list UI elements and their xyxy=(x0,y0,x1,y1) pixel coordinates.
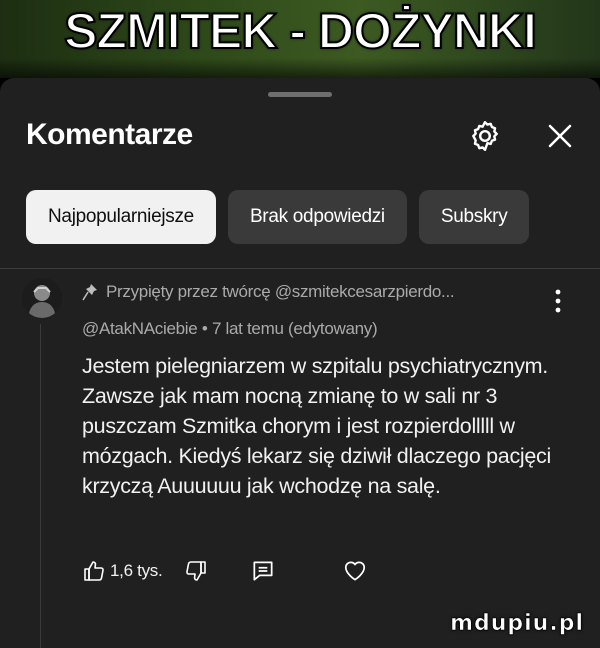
chip-najpopularniejsze[interactable]: Najpopularniejsze xyxy=(26,190,216,244)
video-overlay-text: SZMITEK - DOŻYNKI xyxy=(63,2,538,60)
comment-actions: 1,6 tys. xyxy=(82,558,368,584)
dislike-button[interactable] xyxy=(184,559,208,583)
comment-meta: @AtakNAciebie • 7 lat temu (edytowany) xyxy=(82,319,378,339)
pin-icon xyxy=(82,284,97,301)
chip-subskrybenci[interactable]: Subskry xyxy=(418,190,530,244)
filter-chips: Najpopularniejsze Brak odpowiedzi Subskr… xyxy=(26,190,530,244)
comments-panel: Komentarze Najpopularniejsze Brak odpowi… xyxy=(0,78,600,648)
reply-icon xyxy=(253,561,273,581)
comment-text: Jestem pielegniarzem w szpitalu psychiat… xyxy=(82,354,551,498)
avatar[interactable] xyxy=(22,278,62,318)
comment-author[interactable]: @AtakNAciebie xyxy=(82,319,198,338)
close-button[interactable] xyxy=(538,114,582,158)
like-count: 1,6 tys. xyxy=(110,561,163,580)
panel-title: Komentarze xyxy=(26,118,193,151)
like-button[interactable]: 1,6 tys. xyxy=(82,559,163,583)
watermark: mdupiu.pl xyxy=(450,611,584,637)
thumbs-down-icon xyxy=(186,561,207,581)
heart-button[interactable] xyxy=(342,558,368,584)
meta-separator: • xyxy=(201,319,208,338)
comment-time: 7 lat temu (edytowany) xyxy=(211,319,378,338)
thread-line xyxy=(40,324,41,648)
divider xyxy=(0,268,600,269)
reply-button[interactable] xyxy=(250,558,276,584)
video-player-strip[interactable]: SZMITEK - DOŻYNKI xyxy=(0,0,600,78)
chips-fade xyxy=(560,184,600,250)
pinned-row: Przypięty przez twórcę @szmitekcesarzpie… xyxy=(82,282,522,302)
drag-handle[interactable] xyxy=(268,92,332,97)
heart-icon xyxy=(345,561,366,581)
pinned-label: Przypięty przez twórcę @szmitekcesarzpie… xyxy=(106,282,455,301)
close-icon xyxy=(548,124,572,148)
settings-button[interactable] xyxy=(463,114,507,158)
more-vert-icon[interactable] xyxy=(548,286,568,316)
gear-icon xyxy=(472,121,498,151)
chip-brak-odpowiedzi[interactable]: Brak odpowiedzi xyxy=(227,190,407,244)
thumbs-up-icon xyxy=(84,561,104,581)
